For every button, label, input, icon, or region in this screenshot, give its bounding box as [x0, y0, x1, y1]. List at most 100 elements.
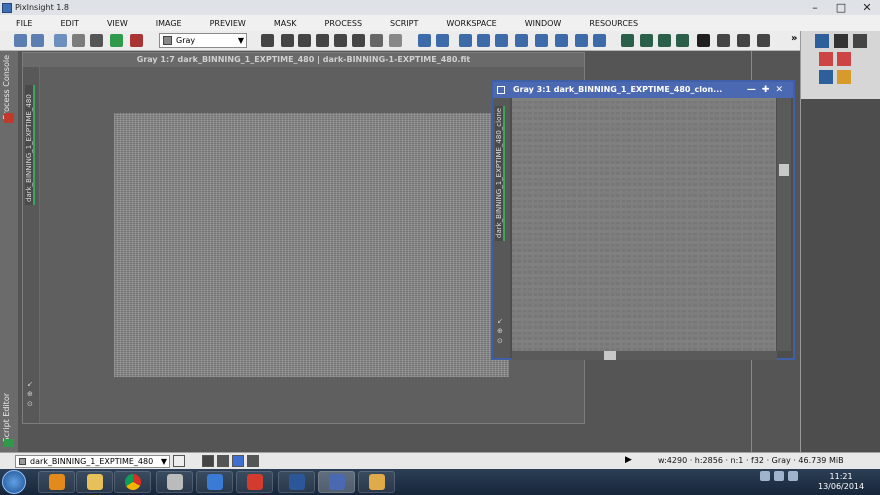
- tray-arrow-icon[interactable]: [760, 471, 770, 481]
- channel-b-icon[interactable]: [247, 455, 259, 467]
- script-editor-icon[interactable]: [4, 439, 14, 447]
- mask-icon[interactable]: [130, 34, 143, 47]
- taskbar-chrome[interactable]: [114, 471, 151, 493]
- new-preview-icon[interactable]: [515, 34, 528, 47]
- mask-enable-icon[interactable]: [621, 34, 634, 47]
- clone-pin-icon[interactable]: ↙: [497, 316, 503, 326]
- channel-r-icon[interactable]: [217, 455, 229, 467]
- script-editor-tab[interactable]: Script Editor: [2, 393, 11, 442]
- shade-icon[interactable]: —: [747, 85, 762, 95]
- view-select[interactable]: dark_BINNING_1_EXPTIME_480 ▼: [15, 455, 170, 468]
- taskbar-media-player[interactable]: [38, 471, 75, 493]
- pin-window-icon[interactable]: ✚: [762, 85, 776, 95]
- copy-image-icon[interactable]: [72, 34, 85, 47]
- explore-icon[interactable]: [110, 34, 123, 47]
- center-icon[interactable]: [352, 34, 365, 47]
- window-menu-icon[interactable]: [497, 86, 505, 94]
- taskbar-pixinsight[interactable]: [318, 471, 355, 493]
- store-preview-icon[interactable]: [575, 34, 588, 47]
- image-window-title[interactable]: Gray 1:7 dark_BINNING_1_EXPTIME_480 | da…: [23, 53, 584, 67]
- edit-preview-icon[interactable]: [535, 34, 548, 47]
- view-delete-icon[interactable]: [819, 52, 833, 66]
- menu-script[interactable]: SCRIPT: [374, 19, 430, 28]
- taskbar-paint[interactable]: [358, 471, 395, 493]
- horizontal-scroll-thumb[interactable]: [604, 351, 616, 360]
- zoom-window-icon[interactable]: [477, 34, 490, 47]
- vertical-scrollbar[interactable]: [777, 98, 791, 351]
- menu-process[interactable]: PROCESS: [309, 19, 374, 28]
- menu-edit[interactable]: EDIT: [44, 19, 90, 28]
- taskbar-app-red[interactable]: [236, 471, 273, 493]
- menu-view[interactable]: VIEW: [91, 19, 140, 28]
- mask-show-icon[interactable]: [640, 34, 653, 47]
- image-canvas-clone[interactable]: [512, 98, 776, 351]
- menu-preview[interactable]: PREVIEW: [194, 19, 258, 28]
- image-window-clone[interactable]: Gray 3:1 dark_BINNING_1_EXPTIME_480_clon…: [491, 80, 795, 360]
- zoom-1-1-icon[interactable]: [459, 34, 472, 47]
- menu-workspace[interactable]: WORKSPACE: [430, 19, 508, 28]
- settings-icon[interactable]: ⊙: [27, 399, 33, 409]
- close-icon[interactable]: ✕: [854, 0, 880, 15]
- horizontal-scrollbar[interactable]: [512, 351, 777, 360]
- view-tab-main[interactable]: dark_BINNING_1_EXPTIME_480: [25, 85, 35, 205]
- redo-icon[interactable]: [31, 34, 44, 47]
- taskbar-word[interactable]: [278, 471, 315, 493]
- start-button[interactable]: [2, 470, 26, 494]
- view-export-icon[interactable]: [819, 70, 833, 84]
- undo-history-icon[interactable]: [54, 34, 67, 47]
- system-clock[interactable]: 11:21 13/06/2014: [818, 472, 864, 492]
- process-console-tab[interactable]: Process Console: [2, 55, 11, 120]
- maximize-icon[interactable]: □: [828, 0, 854, 15]
- print-icon[interactable]: [853, 34, 867, 48]
- pin-icon[interactable]: ↙: [27, 379, 33, 389]
- clone-window-title[interactable]: Gray 3:1 dark_BINNING_1_EXPTIME_480_clon…: [493, 82, 793, 98]
- mask-invert-icon[interactable]: [658, 34, 671, 47]
- delete-preview-icon[interactable]: [555, 34, 568, 47]
- menu-file[interactable]: FILE: [0, 19, 44, 28]
- mask-color-icon[interactable]: [676, 34, 689, 47]
- restore-preview-icon[interactable]: [593, 34, 606, 47]
- fit-view-icon[interactable]: [281, 34, 294, 47]
- color-mode-select[interactable]: Gray ▼: [159, 33, 247, 48]
- readout-mode-icon[interactable]: [261, 34, 274, 47]
- monitor-icon[interactable]: [815, 34, 829, 48]
- channel-g-icon[interactable]: [232, 455, 244, 467]
- zoom-fit-icon[interactable]: [298, 34, 311, 47]
- channel-rgb-icon[interactable]: [202, 455, 214, 467]
- process-console-icon[interactable]: [4, 113, 14, 123]
- volume-icon[interactable]: [788, 471, 798, 481]
- view-clone-icon[interactable]: [837, 52, 851, 66]
- fullscreen-icon[interactable]: [316, 34, 329, 47]
- stf-auto-icon[interactable]: [737, 34, 750, 47]
- menu-window[interactable]: WINDOW: [509, 19, 574, 28]
- toolbar-overflow-button[interactable]: »: [791, 33, 797, 44]
- image-canvas-main[interactable]: [114, 113, 509, 377]
- view-explorer-icon[interactable]: [173, 455, 185, 467]
- display-channel-icon[interactable]: [697, 34, 710, 47]
- taskbar-app-gray[interactable]: [156, 471, 193, 493]
- pointer-icon[interactable]: [389, 34, 402, 47]
- view-settings-icon[interactable]: [837, 70, 851, 84]
- zoom-in-icon[interactable]: [418, 34, 431, 47]
- dynamic-pan-icon[interactable]: [370, 34, 383, 47]
- film-icon[interactable]: [90, 34, 103, 47]
- zoom-selection-icon[interactable]: [495, 34, 508, 47]
- minimize-icon[interactable]: –: [802, 0, 828, 15]
- vertical-scroll-thumb[interactable]: [779, 164, 789, 176]
- menu-image[interactable]: IMAGE: [140, 19, 194, 28]
- link-icon[interactable]: ⊕: [27, 389, 33, 399]
- pan-icon[interactable]: [334, 34, 347, 47]
- taskbar-explorer[interactable]: [76, 471, 113, 493]
- zoom-out-icon[interactable]: [436, 34, 449, 47]
- clone-link-icon[interactable]: ⊕: [497, 326, 503, 336]
- view-tab-clone[interactable]: dark_BINNING_1_EXPTIME_480_clone: [495, 106, 505, 241]
- undo-icon[interactable]: [14, 34, 27, 47]
- menu-mask[interactable]: MASK: [258, 19, 309, 28]
- stf-reset-icon[interactable]: [757, 34, 770, 47]
- save-icon[interactable]: [834, 34, 848, 48]
- menu-resources[interactable]: RESOURCES: [573, 19, 650, 28]
- taskbar-app-blue[interactable]: [196, 471, 233, 493]
- network-icon[interactable]: [774, 471, 784, 481]
- close-window-icon[interactable]: ✕: [775, 85, 789, 95]
- clone-settings-icon[interactable]: ⊙: [497, 336, 503, 346]
